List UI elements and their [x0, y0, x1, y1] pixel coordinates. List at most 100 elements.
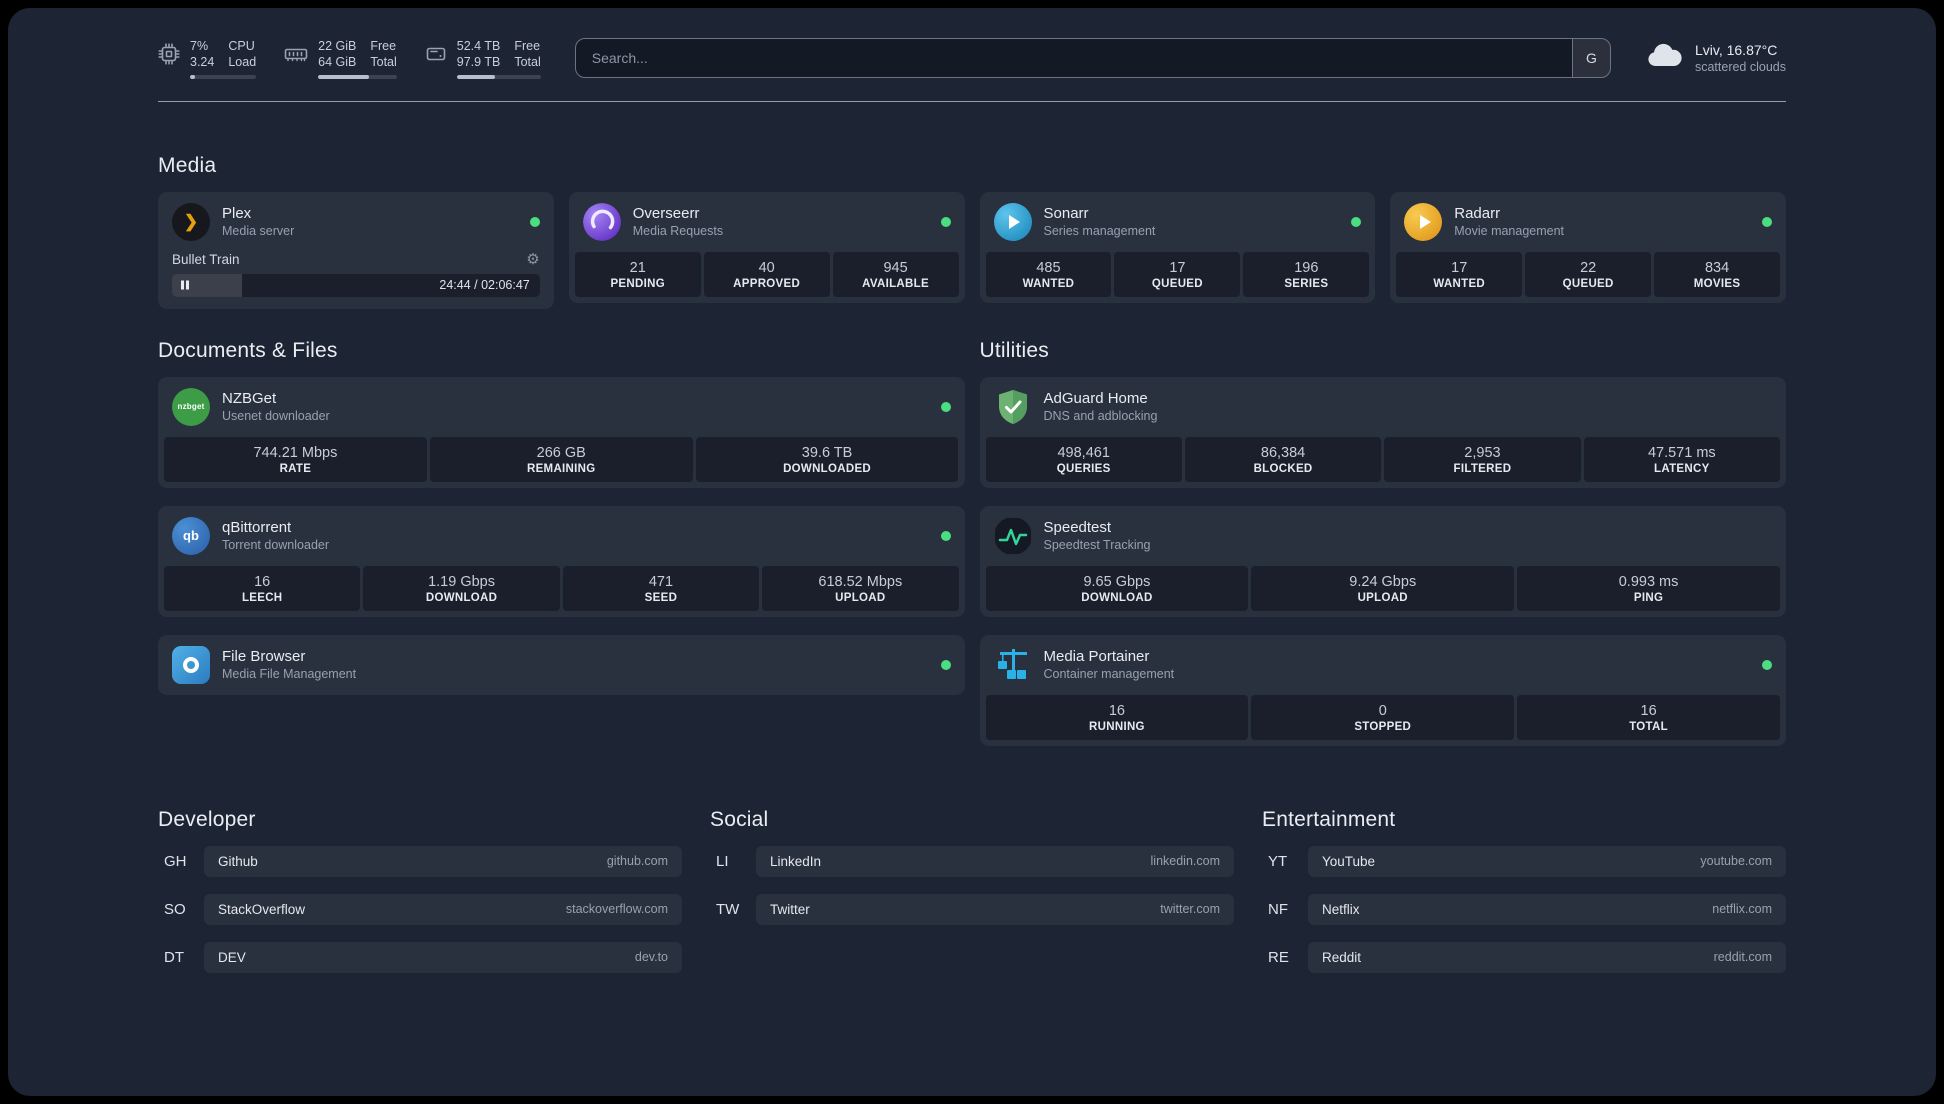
- service-card-plex[interactable]: ❯ Plex Media server Bullet Train ⚙ 24:44…: [158, 191, 554, 309]
- service-name: AdGuard Home: [1043, 390, 1148, 407]
- stat-ping: 0.993 ms PING: [1517, 565, 1780, 611]
- cpu-usage-value: 7%: [190, 39, 209, 53]
- status-dot: [940, 216, 951, 227]
- filebrowser-icon: [172, 645, 210, 684]
- resource-widget-memory: 22 GiB Free 64 GiB Total: [284, 38, 397, 79]
- bookmark-linkedin[interactable]: LI LinkedIn linkedin.com: [710, 845, 1234, 877]
- adguard-icon: [994, 388, 1032, 426]
- bookmark-abbr: GH: [164, 852, 187, 870]
- service-name: Media Portainer: [1043, 648, 1150, 665]
- service-card-qbittorrent[interactable]: qb qBittorrent Torrent downloader 16 LEE…: [158, 505, 965, 617]
- bookmark-url: reddit.com: [1713, 950, 1772, 964]
- service-description: Media Requests: [632, 224, 724, 238]
- bookmark-group-title: Entertainment: [1262, 807, 1396, 831]
- status-dot: [1762, 659, 1772, 670]
- search-engine-button[interactable]: G: [1571, 39, 1610, 78]
- resource-widgets: 7% CPU 3.24 Load 22 GiB Free 64 GiB Tota…: [158, 38, 541, 79]
- playback-time: 24:44 / 02:06:47: [439, 278, 530, 292]
- bookmark-group-developer: Developer GH Github github.com SO StackO…: [158, 808, 682, 990]
- status-dot: [529, 216, 540, 227]
- bookmark-abbr: YT: [1268, 852, 1288, 870]
- cpu-progress-fill: [190, 75, 195, 79]
- status-dot: [1351, 216, 1362, 227]
- stat-seed: 471 SEED: [562, 565, 760, 611]
- service-name: qBittorrent: [222, 519, 292, 536]
- memory-progress-fill: [318, 75, 370, 79]
- stat-blocked: 86,384 BLOCKED: [1184, 436, 1382, 482]
- bookmark-url: stackoverflow.com: [565, 902, 668, 916]
- stat-stopped: 0 STOPPED: [1251, 694, 1515, 740]
- bookmark-stackoverflow[interactable]: SO StackOverflow stackoverflow.com: [158, 893, 682, 925]
- bookmark-twitter[interactable]: TW Twitter twitter.com: [710, 893, 1234, 925]
- disk-total-value: 97.9 TB: [456, 55, 501, 69]
- bookmark-url: linkedin.com: [1150, 854, 1220, 868]
- status-dot: [940, 401, 951, 412]
- service-card-nzbget[interactable]: nzbget NZBGet Usenet downloader 744.21 M…: [158, 376, 965, 488]
- section-title-utilities: Utilities: [979, 338, 1049, 362]
- bookmark-name: LinkedIn: [770, 853, 822, 869]
- stat-latency: 47.571 ms LATENCY: [1583, 436, 1780, 482]
- service-card-overseerr[interactable]: Overseerr Media Requests 21 PENDING 40 A…: [568, 191, 965, 303]
- weather-widget[interactable]: Lviv, 16.87°C scattered clouds: [1645, 42, 1786, 74]
- stat-available: 945 AVAILABLE: [832, 251, 959, 297]
- resource-widget-disk: 52.4 TB Free 97.9 TB Total: [425, 38, 541, 79]
- bookmark-reddit[interactable]: RE Reddit reddit.com: [1262, 941, 1786, 973]
- status-dot: [1762, 216, 1772, 227]
- cpu-load-label: Load: [228, 55, 257, 69]
- stat-rate: 744.21 Mbps RATE: [164, 436, 427, 482]
- service-description: Speedtest Tracking: [1043, 538, 1151, 552]
- weather-location: Lviv, 16.87°C: [1694, 42, 1778, 59]
- bookmark-github[interactable]: GH Github github.com: [158, 845, 682, 877]
- bookmark-url: youtube.com: [1700, 854, 1772, 868]
- search-input[interactable]: [575, 39, 1572, 78]
- bookmark-name: Netflix: [1322, 901, 1360, 917]
- bookmark-netflix[interactable]: NF Netflix netflix.com: [1262, 893, 1786, 925]
- bookmark-name: Twitter: [770, 901, 810, 917]
- playback-progress-bar[interactable]: 24:44 / 02:06:47: [172, 273, 540, 297]
- pause-icon[interactable]: [181, 280, 189, 290]
- stat-series: 196 SERIES: [1243, 251, 1370, 297]
- bookmark-abbr: LI: [716, 852, 729, 870]
- stat-download: 1.19 Gbps DOWNLOAD: [363, 565, 560, 611]
- weather-condition: scattered clouds: [1694, 60, 1786, 75]
- bookmark-group-entertainment: Entertainment YT YouTube youtube.com NF …: [1262, 808, 1786, 990]
- service-card-portainer[interactable]: Media Portainer Container management 16 …: [979, 634, 1786, 746]
- speedtest-icon: [994, 517, 1032, 555]
- service-card-radarr[interactable]: Radarr Movie management 17 WANTED 22 QUE…: [1390, 191, 1786, 303]
- service-card-adguard[interactable]: AdGuard Home DNS and adblocking 498,461 …: [979, 376, 1786, 488]
- bookmark-url: dev.to: [634, 950, 668, 964]
- service-name: Plex: [222, 205, 252, 222]
- service-card-speedtest[interactable]: Speedtest Speedtest Tracking 9.65 Gbps D…: [979, 505, 1786, 617]
- bookmark-name: DEV: [218, 949, 246, 965]
- plex-icon: ❯: [172, 202, 210, 241]
- search-bar: G: [574, 38, 1611, 79]
- disk-progress-fill: [456, 75, 496, 79]
- section-utilities: Utilities AdGuard Home DNS and adblockin…: [979, 338, 1786, 746]
- now-playing-title: Bullet Train: [172, 251, 240, 267]
- gear-icon[interactable]: ⚙: [526, 252, 539, 267]
- bookmark-name: Reddit: [1322, 949, 1362, 965]
- bookmark-name: StackOverflow: [218, 901, 306, 917]
- stat-upload: 618.52 Mbps UPLOAD: [762, 565, 959, 611]
- memory-free-label: Free: [370, 39, 397, 53]
- portainer-icon: [994, 646, 1032, 684]
- bookmark-url: twitter.com: [1160, 902, 1220, 916]
- service-card-sonarr[interactable]: Sonarr Series management 485 WANTED 17 Q…: [979, 191, 1376, 303]
- service-description: Torrent downloader: [222, 538, 330, 552]
- disk-icon: [425, 43, 447, 70]
- bookmark-youtube[interactable]: YT YouTube youtube.com: [1262, 845, 1786, 877]
- resource-widget-cpu: 7% CPU 3.24 Load: [158, 38, 257, 79]
- status-dot: [940, 659, 951, 670]
- stat-filtered: 2,953 FILTERED: [1384, 436, 1581, 482]
- stat-wanted: 485 WANTED: [985, 251, 1112, 297]
- service-card-filebrowser[interactable]: File Browser Media File Management: [158, 634, 965, 695]
- stat-total: 16 TOTAL: [1517, 694, 1780, 740]
- stat-downloaded: 39.6 TB DOWNLOADED: [695, 436, 959, 482]
- stat-movies: 834 MOVIES: [1654, 251, 1781, 297]
- bookmark-abbr: SO: [164, 900, 186, 918]
- service-description: Media File Management: [222, 667, 357, 681]
- service-name: File Browser: [222, 648, 306, 665]
- bookmark-dev[interactable]: DT DEV dev.to: [158, 941, 682, 973]
- service-description: Container management: [1043, 667, 1175, 681]
- stat-queries: 498,461 QUERIES: [985, 436, 1182, 482]
